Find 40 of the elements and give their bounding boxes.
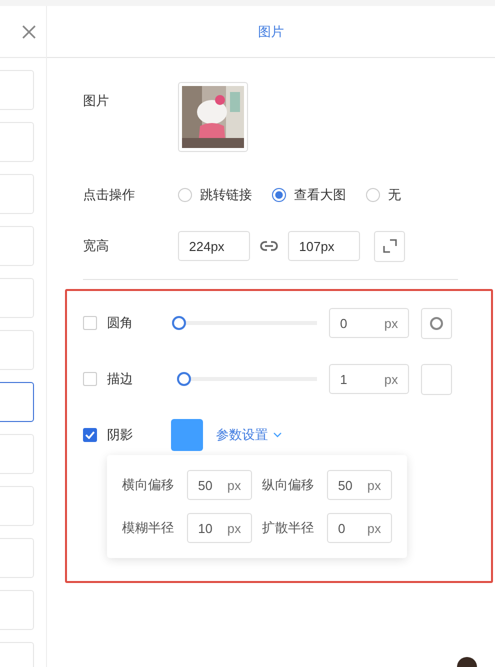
height-input[interactable]: 107px — [288, 231, 360, 261]
radio-option[interactable]: 查看大图 — [272, 186, 346, 204]
number-input[interactable]: 0 px — [327, 513, 392, 543]
slider-handle[interactable] — [172, 316, 186, 330]
field-label: 点击操作 — [83, 186, 136, 204]
number-input[interactable]: 50 px — [187, 470, 252, 500]
param-label: 扩散半径 — [262, 519, 315, 537]
number-input[interactable]: 0 px — [329, 308, 409, 338]
param-label: 横向偏移 — [122, 476, 175, 494]
option-label: 阴影 — [107, 426, 134, 444]
slider-handle[interactable] — [177, 372, 191, 386]
corner-button[interactable] — [421, 308, 452, 338]
list-card[interactable] — [0, 382, 34, 422]
radio-icon[interactable] — [272, 188, 286, 202]
color-swatch[interactable] — [171, 419, 203, 451]
option-label: 圆角 — [107, 314, 134, 332]
number-input[interactable]: 50 px — [327, 470, 392, 500]
close-icon[interactable] — [22, 24, 36, 38]
panel-title: 图片 — [258, 22, 284, 40]
settings-link[interactable]: 参数设置 — [216, 426, 268, 444]
circle-icon — [430, 316, 443, 330]
option-label: 描边 — [107, 370, 134, 388]
field-label: 宽高 — [83, 237, 110, 255]
number-input[interactable]: 1 px — [329, 364, 409, 394]
expand-icon — [382, 239, 396, 253]
radio-option[interactable]: 跳转链接 — [178, 186, 252, 204]
checkbox[interactable] — [83, 428, 97, 442]
expand-button[interactable] — [374, 230, 405, 262]
param-label: 模糊半径 — [122, 519, 175, 537]
link-icon[interactable] — [260, 240, 278, 252]
color-button[interactable] — [421, 364, 452, 394]
image-thumbnail[interactable] — [178, 82, 248, 152]
radio-icon[interactable] — [178, 188, 192, 202]
radio-icon[interactable] — [366, 188, 380, 202]
radio-option[interactable]: 无 — [366, 186, 401, 204]
width-input[interactable]: 224px — [178, 231, 250, 261]
param-label: 纵向偏移 — [262, 476, 315, 494]
number-input[interactable]: 10 px — [187, 513, 252, 543]
chevron-icon — [273, 432, 282, 438]
field-label: 图片 — [83, 92, 110, 110]
